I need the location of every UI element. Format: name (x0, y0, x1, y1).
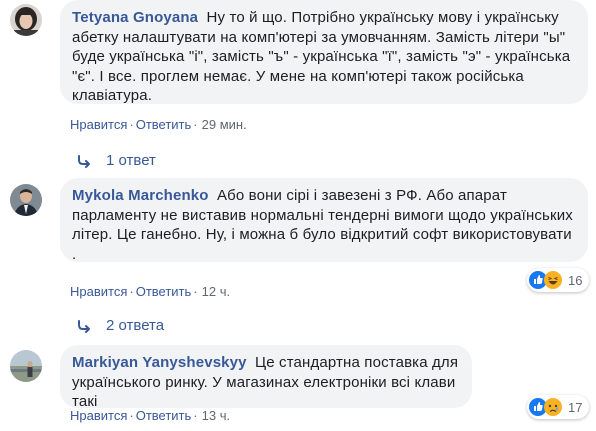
separator-dot: · (193, 408, 198, 423)
timestamp[interactable]: 13 ч. (202, 408, 230, 423)
separator-dot: · (193, 117, 198, 132)
like-link[interactable]: Нравится (70, 284, 127, 299)
sad-icon (544, 398, 562, 416)
replies-count-label: 1 ответ (106, 152, 156, 169)
comment-actions: Нравится · Ответить · 13 ч. (70, 408, 230, 424)
reactions-summary[interactable]: 17 (527, 395, 590, 419)
timestamp[interactable]: 12 ч. (202, 284, 230, 299)
avatar[interactable] (10, 350, 42, 382)
reply-arrow-icon (76, 319, 92, 333)
separator-dot: · (129, 117, 134, 132)
separator-dot: · (129, 284, 134, 299)
reply-arrow-icon (76, 154, 92, 168)
reactions-count: 16 (568, 272, 583, 288)
separator-dot: · (129, 408, 134, 423)
separator-dot: · (193, 284, 198, 299)
comment-actions: Нравится · Ответить · 12 ч. (70, 284, 230, 300)
reply-link[interactable]: Ответить (136, 117, 192, 132)
like-link[interactable]: Нравится (70, 408, 127, 423)
comment-author[interactable]: Tetyana Gnoyana (72, 9, 198, 26)
reactions-summary[interactable]: 16 (527, 268, 590, 292)
avatar[interactable] (10, 184, 42, 216)
view-replies-link[interactable]: 2 ответа (76, 317, 164, 335)
reply-link[interactable]: Ответить (136, 284, 192, 299)
comment-bubble: Mykola Marchenko Або вони сірі і завезен… (60, 178, 588, 263)
haha-icon (544, 271, 562, 289)
comment-bubble: Markiyan Yanyshevskyy Це стандартна пост… (60, 345, 472, 410)
reply-link[interactable]: Ответить (136, 408, 192, 423)
timestamp[interactable]: 29 мин. (202, 117, 247, 132)
comment-bubble: Tetyana Gnoyana Ну то й що. Потрібно укр… (60, 0, 588, 104)
like-link[interactable]: Нравится (70, 117, 127, 132)
view-replies-link[interactable]: 1 ответ (76, 152, 156, 170)
comment-actions: Нравится · Ответить · 29 мин. (70, 117, 247, 133)
reactions-count: 17 (568, 399, 583, 415)
replies-count-label: 2 ответа (106, 317, 165, 334)
avatar[interactable] (10, 4, 42, 36)
comment-author[interactable]: Markiyan Yanyshevskyy (72, 354, 247, 371)
comment-author[interactable]: Mykola Marchenko (72, 187, 209, 204)
